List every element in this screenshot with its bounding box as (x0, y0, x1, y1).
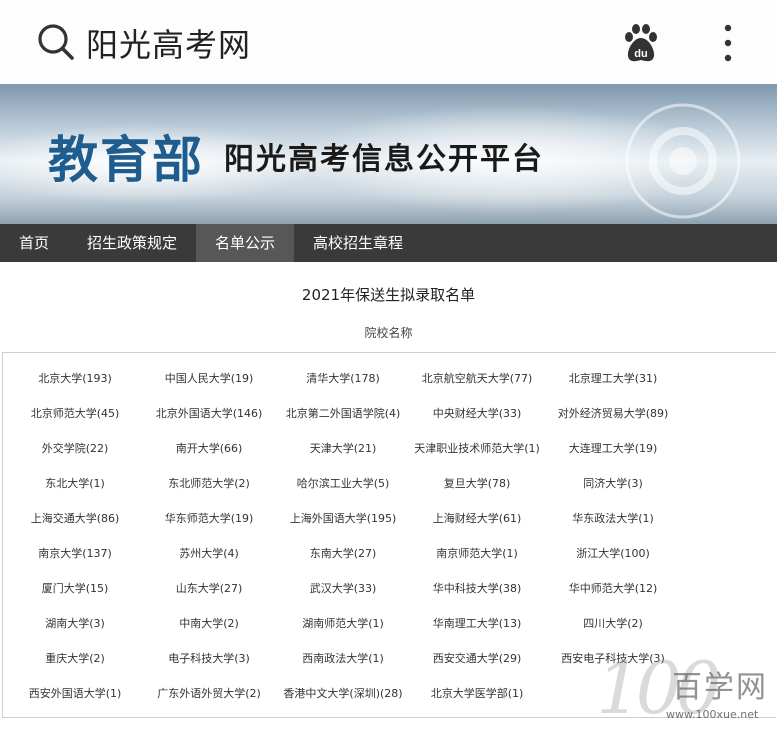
table-row: 南京大学(137) 苏州大学(4) 东南大学(27) 南京师范大学(1) 浙江大学(10… (3, 544, 776, 564)
nav-list-announcement[interactable]: 名单公示 (196, 224, 295, 262)
seal-emblem-icon (625, 103, 741, 219)
baidu-paw-icon[interactable]: du (620, 22, 662, 64)
school-link[interactable]: 大连理工大学(19) (533, 439, 693, 459)
school-link[interactable]: 华中师范大学(12) (533, 579, 693, 599)
nav-policy[interactable]: 招生政策规定 (68, 224, 196, 262)
table-row: 厦门大学(15) 山东大学(27) 武汉大学(33) 华中科技大学(38) 华中师范大学… (3, 579, 776, 599)
nav-home[interactable]: 首页 (0, 224, 68, 262)
search-icon[interactable] (36, 22, 76, 62)
table-row: 湖南大学(3) 中南大学(2) 湖南师范大学(1) 华南理工大学(13) 四川大学(2) (3, 614, 776, 634)
ministry-logo-text: 教育部 (48, 131, 204, 189)
school-link[interactable]: 北京理工大学(31) (533, 369, 693, 389)
school-link[interactable]: 四川大学(2) (533, 614, 693, 634)
table-row: 北京大学(193) 中国人民大学(19) 清华大学(178) 北京航空航天大学(77)… (3, 369, 776, 389)
watermark: 100 百学网 www.100xue.net (596, 648, 777, 733)
table-row: 外交学院(22) 南开大学(66) 天津大学(21) 天津职业技术师范大学(1) 大连理… (3, 439, 776, 459)
school-link[interactable]: 同济大学(3) (533, 474, 693, 494)
more-vertical-icon[interactable] (716, 22, 740, 64)
school-link[interactable]: 华东政法大学(1) (533, 509, 693, 529)
page-title: 2021年保送生拟录取名单 (301, 286, 476, 304)
school-link[interactable]: 对外经济贸易大学(89) (533, 404, 693, 424)
svg-text:du: du (634, 48, 647, 60)
column-heading: 院校名称 (364, 326, 413, 340)
nav-admission-charter[interactable]: 高校招生章程 (294, 224, 422, 262)
school-link[interactable]: 北京大学医学部(1) (397, 684, 557, 704)
school-link[interactable]: 浙江大学(100) (533, 544, 693, 564)
watermark-url: www.100xue.net (666, 708, 759, 721)
platform-title: 阳光高考信息公开平台 (224, 142, 544, 177)
table-row: 东北大学(1) 东北师范大学(2) 哈尔滨工业大学(5) 复旦大学(78) 同济大学(3… (3, 474, 776, 494)
site-banner: 教育部 阳光高考信息公开平台 (0, 84, 777, 224)
app-title: 阳光高考网 (86, 26, 252, 64)
table-row: 上海交通大学(86) 华东师范大学(19) 上海外国语大学(195) 上海财经大学(6… (3, 509, 776, 529)
watermark-text: 百学网 (672, 670, 768, 705)
table-row: 北京师范大学(45) 北京外国语大学(146) 北京第二外国语学院(4) 中央财经大学… (3, 404, 776, 424)
app-bar: 阳光高考网 du (0, 0, 777, 85)
main-nav: 首页 招生政策规定 名单公示 高校招生章程 (0, 224, 777, 262)
